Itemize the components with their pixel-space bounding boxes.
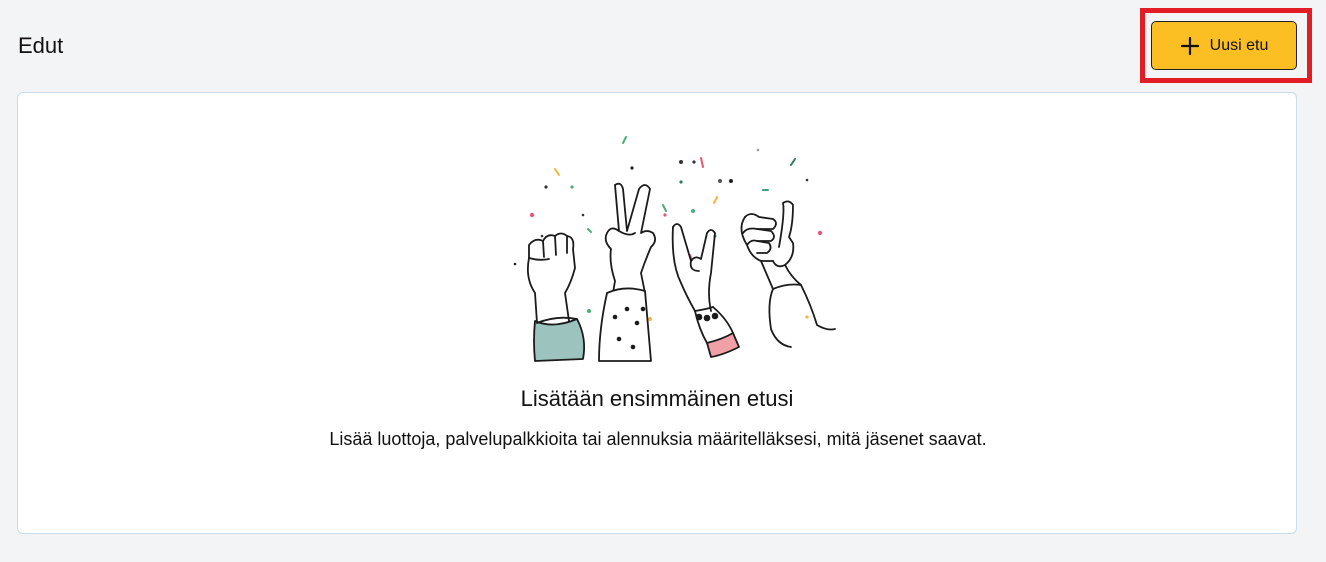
new-benefit-button[interactable]: Uusi etu [1151, 21, 1297, 70]
peace-hand-icon [598, 182, 656, 362]
page-title: Edut [18, 33, 64, 58]
confetti-icon [513, 136, 823, 321]
new-benefit-label: Uusi etu [1209, 36, 1269, 54]
empty-state-title: Lisätään ensimmäinen etusi [520, 386, 794, 411]
rock-hand-icon [671, 223, 740, 358]
celebrating-hands-illustration [513, 136, 836, 362]
thumbs-up-hand-icon [740, 200, 836, 348]
fist-hand-icon [526, 232, 586, 362]
empty-state-description: Lisää luottoja, palvelupalkkioita tai al… [329, 429, 987, 449]
plus-icon [1180, 36, 1199, 55]
empty-state-card: Lisätään ensimmäinen etusi Lisää luottoj… [17, 92, 1297, 534]
